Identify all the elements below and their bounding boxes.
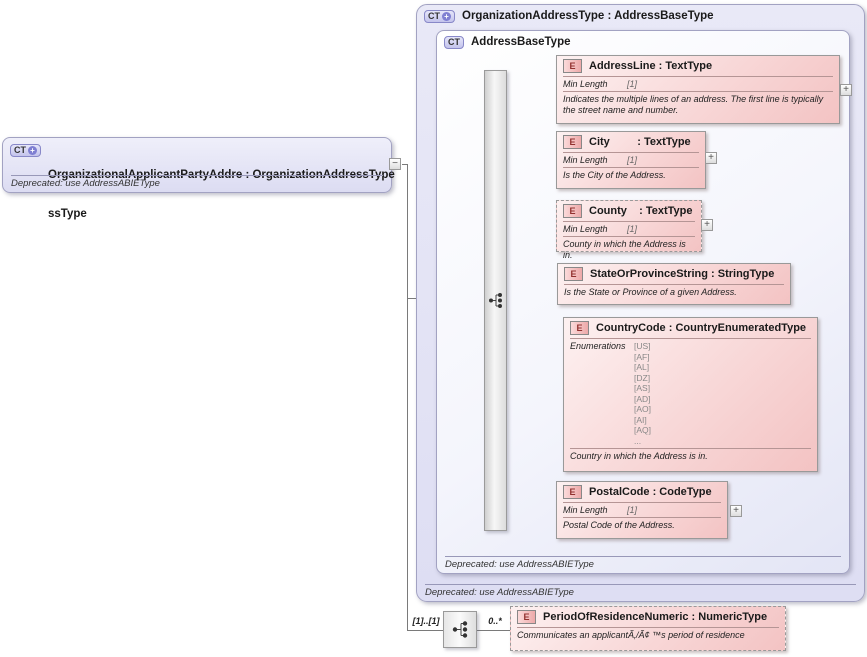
facet-value: [1] <box>627 79 637 89</box>
complex-type-title: OrganizationAddressType : AddressBaseTyp… <box>462 10 714 23</box>
element-periodofresidencenumeric[interactable]: E PeriodOfResidenceNumeric : NumericType… <box>510 606 786 651</box>
facet-label: Enumerations <box>570 341 634 351</box>
plus-icon: + <box>28 146 37 155</box>
facet-row: Enumerations [US] [AF] [AL] [DZ] [AS] [A… <box>570 338 811 449</box>
expand-button[interactable]: + <box>840 84 852 96</box>
title-line: ssType <box>48 208 395 221</box>
element-description: Is the City of the Address. <box>563 168 699 181</box>
complex-type-title: OrganizationalApplicantPartyAddre : Orga… <box>48 143 395 247</box>
element-icon: E <box>563 204 582 218</box>
expand-button[interactable]: + <box>701 219 713 231</box>
complex-type-icon: CT+ <box>10 144 41 157</box>
collapse-button[interactable]: − <box>389 158 401 170</box>
deprecated-note: Deprecated: use AddressABIEType <box>445 556 841 570</box>
element-title: PeriodOfResidenceNumeric : NumericType <box>543 610 767 624</box>
complex-type-header: CT AddressBaseType <box>437 31 849 51</box>
element-city[interactable]: E City : TextType Min Length [1] Is the … <box>556 131 706 189</box>
element-title-row: E AddressLine : TextType <box>563 59 833 73</box>
expand-button[interactable]: + <box>730 505 742 517</box>
cardinality-label: [1]..[1] <box>409 616 443 626</box>
element-icon: E <box>563 59 582 73</box>
sequence-icon <box>452 620 469 639</box>
element-title: City : TextType <box>589 135 691 149</box>
element-icon: E <box>517 610 536 624</box>
sequence-compositor-bar[interactable] <box>484 70 507 531</box>
element-stateorprovincestring[interactable]: E StateOrProvinceString : StringType Is … <box>557 263 791 305</box>
schema-diagram-canvas: [1]..[1] [1]..* [1]..[1] 0..[1] [1]..[1]… <box>0 0 867 657</box>
element-icon: E <box>563 135 582 149</box>
complex-type-icon: CT+ <box>424 10 455 23</box>
connector-line <box>407 164 408 631</box>
element-title-row: E County : TextType <box>563 204 695 218</box>
element-postalcode[interactable]: E PostalCode : CodeType Min Length [1] P… <box>556 481 728 539</box>
deprecated-note: Deprecated: use AddressABIEType <box>11 175 383 189</box>
element-icon: E <box>563 485 582 499</box>
element-countrycode[interactable]: E CountryCode : CountryEnumeratedType En… <box>563 317 818 472</box>
facet-label: Min Length <box>563 505 627 515</box>
complex-type-badge-label: CT <box>428 12 440 21</box>
enumeration-values: [US] [AF] [AL] [DZ] [AS] [AD] [AO] [AI] … <box>634 341 651 446</box>
complex-type-badge-label: CT <box>448 38 460 47</box>
element-title-row: E PostalCode : CodeType <box>563 485 721 499</box>
element-icon: E <box>570 321 589 335</box>
facet-row: Min Length [1] <box>563 502 721 518</box>
facet-label: Min Length <box>563 224 627 234</box>
element-title: County : TextType <box>589 204 693 218</box>
connector-line <box>475 630 510 631</box>
expand-button[interactable]: + <box>705 152 717 164</box>
deprecated-note: Deprecated: use AddressABIEType <box>425 584 856 598</box>
element-addressline[interactable]: E AddressLine : TextType Min Length [1] … <box>556 55 840 124</box>
element-title-row: E StateOrProvinceString : StringType <box>564 267 784 281</box>
element-description: County in which the Address is in. <box>563 237 695 261</box>
element-title-row: E CountryCode : CountryEnumeratedType <box>570 321 811 335</box>
facet-value: [1] <box>627 505 637 515</box>
element-description: Indicates the multiple lines of an addre… <box>563 92 833 116</box>
sequence-compositor[interactable] <box>443 611 477 648</box>
facet-value: [1] <box>627 224 637 234</box>
element-description: Postal Code of the Address. <box>563 518 721 531</box>
element-description: Is the State or Province of a given Addr… <box>564 285 784 298</box>
cardinality-label: 0..* <box>481 616 509 626</box>
facet-row: Min Length [1] <box>563 152 699 168</box>
connector-line <box>408 630 443 631</box>
element-description: Country in which the Address is in. <box>570 449 811 462</box>
complex-type-header: CT+ OrganizationalApplicantPartyAddre : … <box>3 138 391 247</box>
element-icon: E <box>564 267 583 281</box>
facet-row: Min Length [1] <box>563 76 833 92</box>
complex-type-header: CT+ OrganizationAddressType : AddressBas… <box>417 5 864 25</box>
element-title-row: E City : TextType <box>563 135 699 149</box>
sequence-icon <box>488 292 503 309</box>
element-title: AddressLine : TextType <box>589 59 712 73</box>
element-title: StateOrProvinceString : StringType <box>590 267 774 281</box>
facet-row: Min Length [1] <box>563 221 695 237</box>
complex-type-icon: CT <box>444 36 464 49</box>
facet-label: Min Length <box>563 155 627 165</box>
facet-label: Min Length <box>563 79 627 89</box>
element-title: CountryCode : CountryEnumeratedType <box>596 321 806 335</box>
element-county[interactable]: E County : TextType Min Length [1] Count… <box>556 200 702 252</box>
facet-value: [1] <box>627 155 637 165</box>
element-title-row: E PeriodOfResidenceNumeric : NumericType <box>517 610 779 624</box>
element-description: Communicates an applicantÃ‚/Ã¢ ™s period… <box>517 628 779 641</box>
complex-type-title: AddressBaseType <box>471 36 571 49</box>
complex-type-organizational-applicant-party-address-box[interactable]: CT+ OrganizationalApplicantPartyAddre : … <box>2 137 392 193</box>
element-title: PostalCode : CodeType <box>589 485 712 499</box>
plus-icon: + <box>442 12 451 21</box>
complex-type-badge-label: CT <box>14 146 26 155</box>
